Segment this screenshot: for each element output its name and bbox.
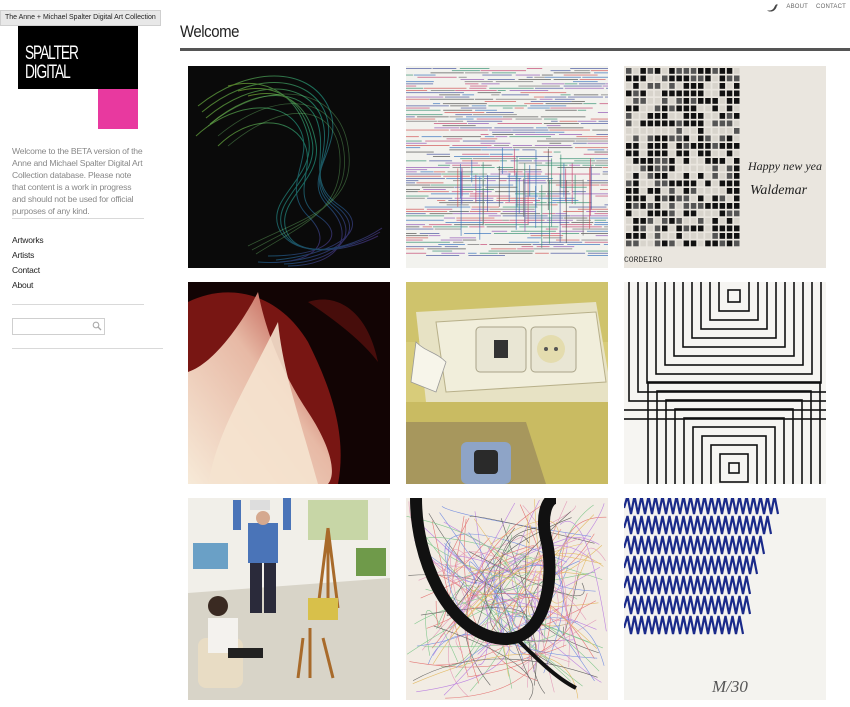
intro-text: Welcome to the BETA version of the Anne …	[12, 146, 143, 216]
window-title-tooltip: The Anne + Michael Spalter Digital Art C…	[0, 10, 161, 26]
nav-item-artworks[interactable]: Artworks	[12, 233, 44, 248]
artwork-image	[406, 282, 608, 484]
search-input[interactable]	[13, 322, 95, 337]
divider	[12, 348, 163, 349]
sidebar-nav: Artworks Artists Contact About	[12, 233, 44, 293]
artwork-signature: Waldemar	[750, 183, 808, 198]
artwork-image: M/30	[624, 498, 826, 700]
nav-item-contact[interactable]: Contact	[12, 263, 43, 278]
artwork-tile-5[interactable]	[406, 282, 608, 484]
top-links: ABOUT CONTACT	[767, 1, 846, 13]
artwork-image: Happy new yea Waldemar CORDEIRO	[624, 66, 826, 268]
artwork-tile-1[interactable]	[188, 66, 390, 268]
title-rule	[180, 48, 850, 51]
artwork-tile-3[interactable]: Happy new yea Waldemar CORDEIRO	[624, 66, 826, 268]
artwork-tile-8[interactable]	[406, 498, 608, 700]
divider	[12, 218, 144, 219]
artwork-tile-4[interactable]	[188, 282, 390, 484]
logo-line-1: SPALTER	[25, 43, 79, 64]
nav-item-about[interactable]: About	[12, 278, 43, 293]
contact-link[interactable]: CONTACT	[816, 4, 846, 10]
artwork-caption: Happy new yea	[747, 159, 822, 173]
artwork-image	[188, 66, 390, 268]
artwork-tile-2[interactable]	[406, 66, 608, 268]
artwork-tile-7[interactable]	[188, 498, 390, 700]
logo-line-2: DIGITAL	[25, 62, 71, 83]
artwork-image	[624, 282, 826, 484]
twitter-bird-icon[interactable]	[767, 3, 779, 12]
search-icon[interactable]	[92, 321, 102, 331]
nav-item-artists[interactable]: Artists	[12, 248, 43, 263]
about-link[interactable]: ABOUT	[786, 4, 808, 10]
logo-magenta-square	[98, 89, 138, 129]
artist-mark: CORDEIRO	[624, 256, 663, 265]
artwork-tile-6[interactable]	[624, 282, 826, 484]
artwork-image	[406, 498, 608, 700]
page-title: Welcome	[180, 22, 240, 41]
artwork-image	[188, 282, 390, 484]
artwork-image	[188, 498, 390, 700]
divider	[12, 304, 144, 305]
search-box	[12, 318, 105, 337]
artwork-tile-9[interactable]: M/30	[624, 498, 826, 700]
artwork-signature: M/30	[711, 677, 748, 696]
logo-text: SPALTER DIGITAL	[25, 43, 79, 83]
artwork-image	[406, 66, 608, 268]
